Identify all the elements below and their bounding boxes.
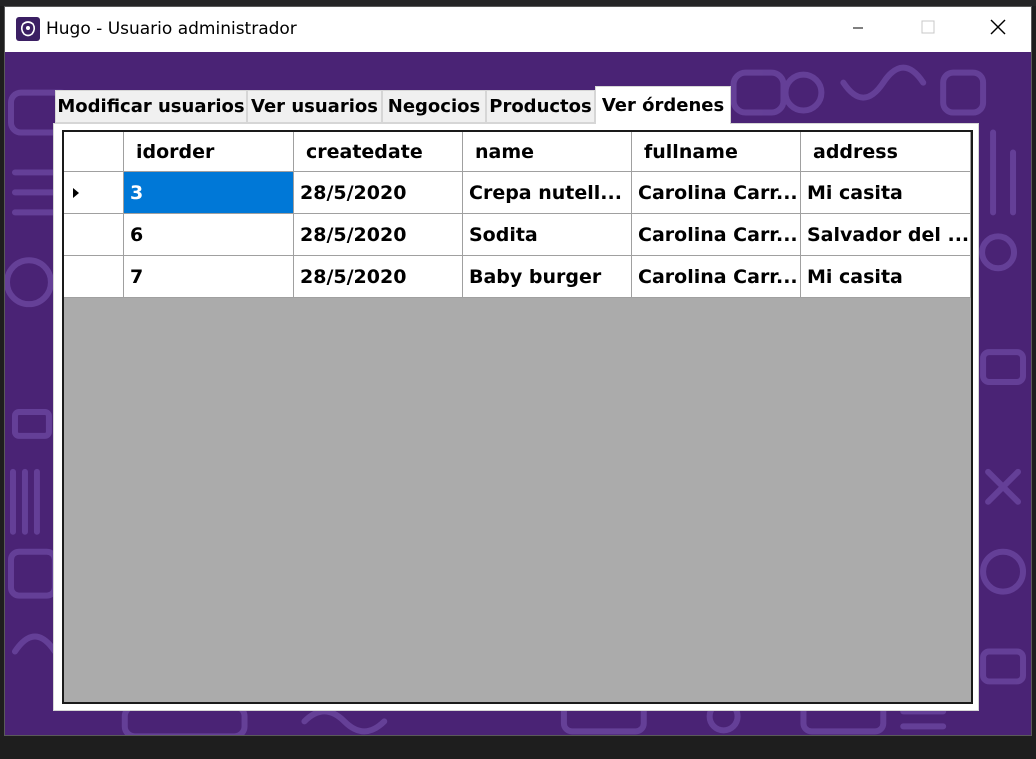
column-header-name[interactable]: name: [463, 132, 632, 172]
orders-data-grid[interactable]: idorder createdate name fullname address…: [62, 130, 973, 704]
cell-address[interactable]: Salvador del ...: [801, 214, 971, 256]
grid-header-row: idorder createdate name fullname address: [64, 132, 971, 172]
app-window: Hugo - Usuario administrador Modificar u…: [4, 6, 1032, 736]
tab-productos[interactable]: Productos: [486, 90, 595, 123]
tab-label: Productos: [489, 96, 592, 117]
close-icon: [990, 19, 1006, 40]
window-title: Hugo - Usuario administrador: [46, 19, 297, 39]
tab-page-ver-ordenes: idorder createdate name fullname address…: [53, 123, 979, 711]
tab-label: Modificar usuarios: [57, 96, 245, 117]
row-header-corner[interactable]: [64, 132, 124, 172]
cell-name[interactable]: Crepa nutell...: [463, 172, 632, 214]
row-header[interactable]: [64, 172, 124, 214]
cell-createdate[interactable]: 28/5/2020: [294, 256, 463, 298]
cell-idorder[interactable]: 3: [124, 172, 294, 214]
column-header-idorder[interactable]: idorder: [124, 132, 294, 172]
tab-label: Ver usuarios: [251, 96, 378, 117]
cell-name[interactable]: Sodita: [463, 214, 632, 256]
cell-idorder[interactable]: 7: [124, 256, 294, 298]
column-header-address[interactable]: address: [801, 132, 971, 172]
table-row[interactable]: 7 28/5/2020 Baby burger Carolina Carr...…: [64, 256, 971, 298]
minimize-button[interactable]: [823, 7, 893, 52]
row-header[interactable]: [64, 256, 124, 298]
maximize-button[interactable]: [893, 7, 963, 52]
cell-address[interactable]: Mi casita: [801, 256, 971, 298]
tab-label: Negocios: [387, 96, 481, 117]
title-bar[interactable]: Hugo - Usuario administrador: [5, 7, 1031, 52]
tab-ver-usuarios[interactable]: Ver usuarios: [247, 90, 382, 123]
close-button[interactable]: [963, 7, 1031, 52]
cell-createdate[interactable]: 28/5/2020: [294, 214, 463, 256]
cell-fullname[interactable]: Carolina Carr...: [632, 172, 801, 214]
minimize-icon: [852, 21, 864, 39]
hugo-logo-icon: [16, 17, 40, 41]
tab-ver-ordenes[interactable]: Ver órdenes: [595, 86, 731, 124]
tab-negocios[interactable]: Negocios: [382, 90, 486, 123]
cell-createdate[interactable]: 28/5/2020: [294, 172, 463, 214]
column-header-fullname[interactable]: fullname: [632, 132, 801, 172]
current-row-arrow-icon: [72, 187, 79, 198]
cell-fullname[interactable]: Carolina Carr...: [632, 256, 801, 298]
maximize-icon: [921, 20, 935, 39]
cell-fullname[interactable]: Carolina Carr...: [632, 214, 801, 256]
table-row[interactable]: 3 28/5/2020 Crepa nutell... Carolina Car…: [64, 172, 971, 214]
tab-modificar-usuarios[interactable]: Modificar usuarios: [55, 90, 247, 123]
cell-address[interactable]: Mi casita: [801, 172, 971, 214]
tab-label: Ver órdenes: [601, 95, 725, 116]
table-row[interactable]: 6 28/5/2020 Sodita Carolina Carr... Salv…: [64, 214, 971, 256]
cell-name[interactable]: Baby burger: [463, 256, 632, 298]
column-header-createdate[interactable]: createdate: [294, 132, 463, 172]
cell-idorder[interactable]: 6: [124, 214, 294, 256]
row-header[interactable]: [64, 214, 124, 256]
